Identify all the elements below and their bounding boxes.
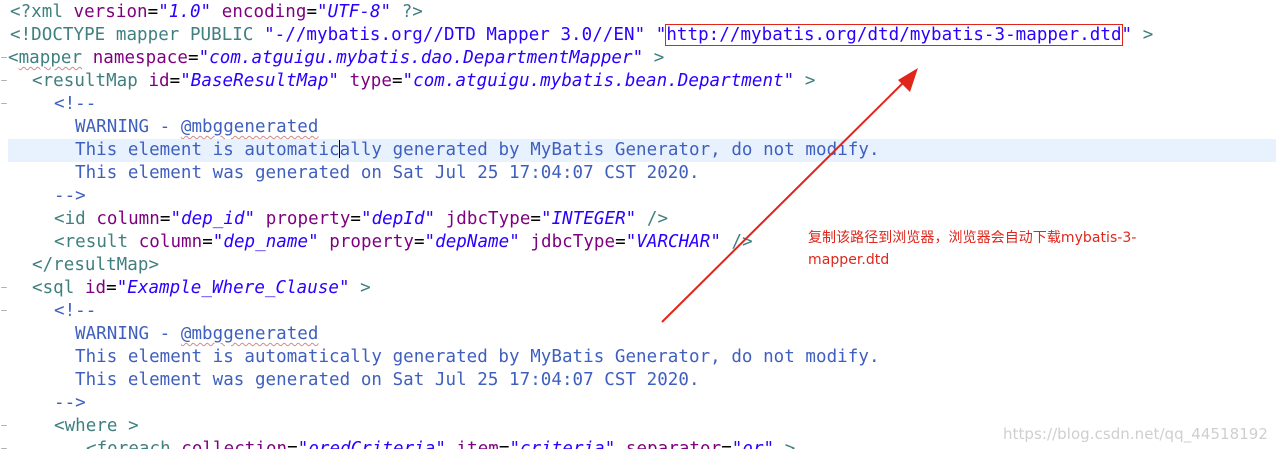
code-line-comment2-open[interactable]: <!-- (10, 300, 96, 323)
code-line-id[interactable]: <id column="dep_id" property="depId" jdb… (10, 208, 668, 231)
annotation-text: 复制该路径到浏览器，浏览器会自动下载mybatis-3- mapper.dtd (808, 227, 1208, 271)
annotation-arrow-head (898, 68, 918, 92)
code-line-sql[interactable]: <sql id="Example_Where_Clause" > (10, 277, 371, 300)
fold-marker-mapper[interactable]: – (0, 47, 8, 70)
fold-marker-comment-2[interactable]: – (0, 300, 8, 323)
attr-encoding: encoding (221, 2, 307, 22)
comment-mbggenerated-tag: @mbggenerated (180, 117, 319, 137)
code-line-comment-generated-on[interactable]: This element was generated on Sat Jul 25… (10, 162, 700, 185)
code-line-comment-auto-generated[interactable]: This element is automatically generated … (10, 139, 880, 162)
code-line-result[interactable]: <result column="dep_name" property="depN… (10, 231, 753, 254)
attr-namespace: namespace (92, 48, 188, 68)
tag-id: <id (54, 209, 97, 229)
tag-resultmap: <resultMap (32, 71, 149, 91)
fold-marker-resultmap[interactable]: – (0, 70, 8, 93)
code-line-resultmap-end[interactable]: </resultMap> (10, 254, 159, 277)
xml-editor[interactable]: – – – – – – – <?xml version="1.0" encodi… (0, 0, 1276, 449)
annotation-arrow-shaft (661, 77, 909, 323)
tag-mapper: mapper (18, 48, 83, 68)
code-line-where[interactable]: <where > (10, 415, 139, 438)
tag-where: <where > (54, 416, 139, 436)
xml-pi-open: <?xml (10, 2, 74, 22)
tag-foreach: <foreach (86, 439, 182, 449)
code-line-resultmap[interactable]: <resultMap id="BaseResultMap" type="com.… (10, 70, 815, 93)
fold-marker-comment[interactable]: – (0, 93, 8, 116)
code-line-doctype[interactable]: <!DOCTYPE mapper PUBLIC "-//mybatis.org/… (10, 24, 1153, 47)
doctype-open: <!DOCTYPE mapper PUBLIC (10, 25, 265, 45)
code-line-comment-close[interactable]: --> (10, 185, 86, 208)
code-line-comment2-warning[interactable]: WARNING - @mbggenerated (10, 323, 318, 346)
attr-version: version (73, 2, 148, 22)
fold-marker-foreach[interactable]: – (0, 438, 8, 449)
code-line-xml-declaration[interactable]: <?xml version="1.0" encoding="UTF-8" ?> (10, 1, 423, 24)
watermark: https://blog.csdn.net/qq_44518192 (1003, 425, 1268, 443)
fold-marker-sql[interactable]: – (0, 277, 8, 300)
code-line-comment2-close[interactable]: --> (10, 392, 86, 415)
doctype-close: > (1132, 25, 1154, 45)
doctype-system-id-highlighted[interactable]: http://mybatis.org/dtd/mybatis-3-mapper.… (665, 24, 1123, 46)
value-namespace: "com.atguigu.mybatis.dao.DepartmentMappe… (198, 48, 644, 68)
tag-sql: <sql (32, 278, 85, 298)
xml-pi-close: ?> (391, 2, 423, 22)
code-line-comment-open[interactable]: <!-- (10, 93, 96, 116)
doctype-public-id: "-//mybatis.org//DTD Mapper 3.0//EN" (264, 25, 646, 45)
code-line-foreach[interactable]: <foreach collection="oredCriteria" item=… (10, 438, 795, 449)
value-version: "1.0" (158, 2, 212, 22)
fold-marker-where[interactable]: – (0, 415, 8, 438)
tag-result: <result (54, 232, 139, 252)
code-line-comment2-auto-generated[interactable]: This element is automatically generated … (10, 346, 880, 369)
code-line-comment2-generated-on[interactable]: This element was generated on Sat Jul 25… (10, 369, 700, 392)
code-line-comment-warning[interactable]: WARNING - @mbggenerated (10, 116, 318, 139)
annotation-text-line-2: mapper.dtd (808, 252, 890, 268)
code-line-mapper[interactable]: <mapper namespace="com.atguigu.mybatis.d… (8, 47, 664, 70)
value-encoding: "UTF-8" (317, 2, 392, 22)
annotation-text-line-1: 复制该路径到浏览器，浏览器会自动下载mybatis-3- (808, 230, 1137, 246)
